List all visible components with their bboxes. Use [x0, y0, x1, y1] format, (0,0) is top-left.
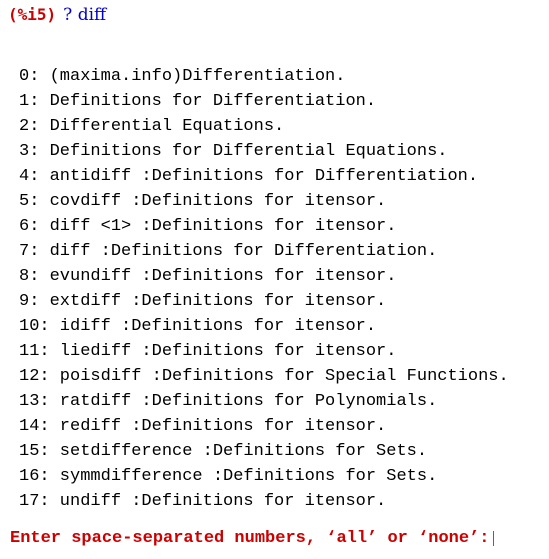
result-item: 2: Differential Equations. [19, 117, 285, 136]
selection-prompt[interactable]: Enter space-separated numbers, ‘all’ or … [10, 526, 495, 550]
input-prompt-label: (%i5) [8, 5, 57, 24]
result-item: 5: covdiff :Definitions for itensor. [19, 192, 387, 211]
describe-results-list: 0: (maxima.info)Differentiation. 1: Defin… [19, 64, 509, 514]
command-text: ? diff [63, 5, 107, 25]
result-item: 15: setdifference :Definitions for Sets. [19, 442, 428, 461]
result-item: 14: rediff :Definitions for itensor. [19, 417, 387, 436]
result-item: 1: Definitions for Differentiation. [19, 92, 377, 111]
result-item: 11: liediff :Definitions for itensor. [19, 342, 397, 361]
selection-prompt-text: Enter space-separated numbers, ‘all’ or … [10, 528, 490, 548]
result-item: 0: (maxima.info)Differentiation. [19, 67, 346, 86]
maxima-session: (%i5) ? diff 0: (maxima.info)Differentia… [0, 0, 549, 559]
result-item: 13: ratdiff :Definitions for Polynomials… [19, 392, 438, 411]
result-item: 8: evundiff :Definitions for itensor. [19, 267, 397, 286]
text-cursor[interactable] [493, 530, 495, 546]
result-item: 4: antidiff :Definitions for Differentia… [19, 167, 479, 186]
result-item: 10: idiff :Definitions for itensor. [19, 317, 377, 336]
result-item: 17: undiff :Definitions for itensor. [19, 492, 387, 511]
input-line: (%i5) ? diff [8, 5, 106, 27]
result-item: 6: diff <1> :Definitions for itensor. [19, 217, 397, 236]
result-item: 9: extdiff :Definitions for itensor. [19, 292, 387, 311]
result-item: 7: diff :Definitions for Differentiation… [19, 242, 438, 261]
result-item: 3: Definitions for Differential Equation… [19, 142, 448, 161]
result-item: 12: poisdiff :Definitions for Special Fu… [19, 367, 509, 386]
result-item: 16: symmdifference :Definitions for Sets… [19, 467, 438, 486]
